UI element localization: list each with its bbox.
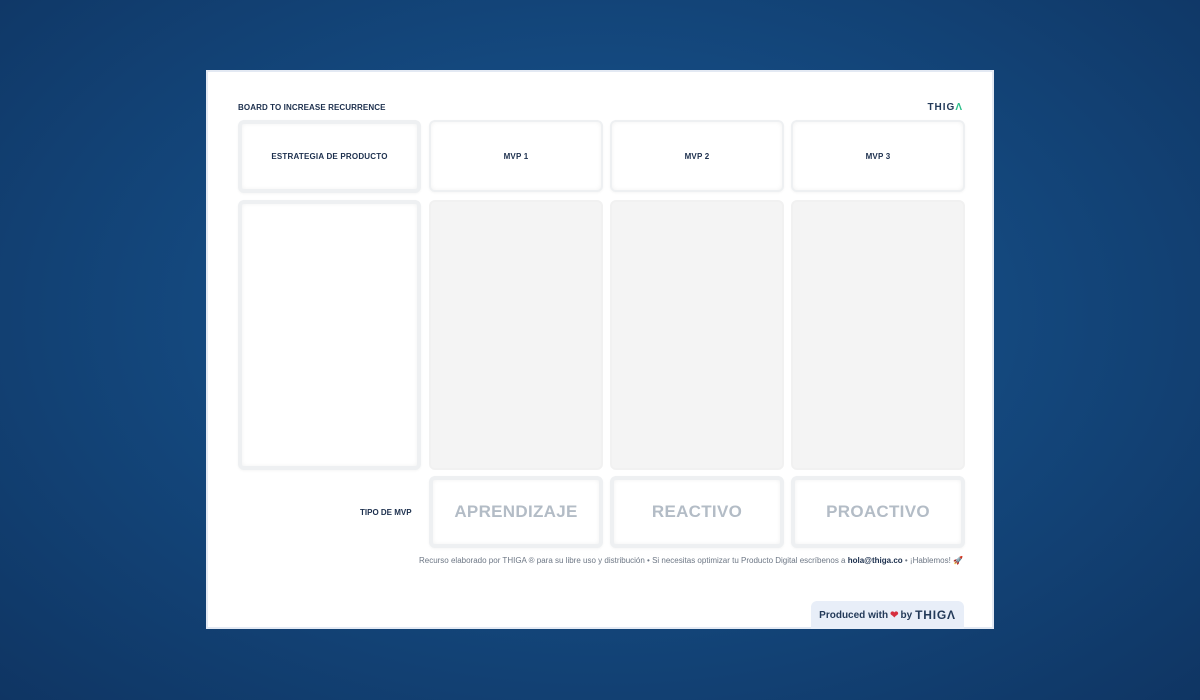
type-card-aprendizaje[interactable]: APRENDIZAJE	[429, 476, 603, 548]
mvp2-header-label: MVP 2	[684, 151, 710, 161]
footer-note: Recurso elaborado por THIGA ® para su li…	[419, 556, 963, 565]
badge-by: by	[900, 609, 913, 621]
mvp1-header-label: MVP 1	[503, 151, 529, 161]
type-label-proactivo: PROACTIVO	[826, 502, 930, 521]
thiga-logo[interactable]: THIGΛ	[927, 102, 963, 113]
badge-thiga-logo: THIGΛ	[915, 608, 956, 622]
logo-text: THIG	[927, 102, 956, 113]
badge-prefix: Produced with	[819, 609, 889, 621]
badge-logo-accent: Λ	[947, 608, 956, 622]
footer-text-after: • ¡Hablemos! 🚀	[902, 556, 963, 565]
strategy-content-area[interactable]	[238, 200, 421, 470]
produced-with-badge[interactable]: Produced with ❤ by THIGΛ	[811, 601, 964, 629]
contact-email-link[interactable]: hola@thiga.co	[848, 556, 903, 565]
mvp2-content-area[interactable]	[610, 200, 784, 470]
board-title: BOARD TO INCREASE RECURRENCE	[238, 103, 386, 112]
heart-icon: ❤	[890, 609, 899, 621]
strategy-header-card[interactable]: ESTRATEGIA DE PRODUCTO	[238, 120, 421, 193]
mvp3-header-label: MVP 3	[865, 151, 891, 161]
badge-logo-text: THIG	[915, 608, 948, 622]
type-label-reactivo: REACTIVO	[651, 502, 743, 521]
mvp1-content-area[interactable]	[429, 200, 603, 470]
logo-accent: Λ	[955, 102, 963, 113]
mvp1-header-card[interactable]: MVP 1	[429, 120, 603, 192]
strategy-header-label: ESTRATEGIA DE PRODUCTO	[271, 152, 388, 161]
type-card-reactivo[interactable]: REACTIVO	[610, 476, 784, 548]
mvp2-header-card[interactable]: MVP 2	[610, 120, 784, 192]
type-label-aprendizaje: APRENDIZAJE	[454, 502, 578, 521]
mvp3-header-card[interactable]: MVP 3	[791, 120, 965, 192]
tipo-de-mvp-label: TIPO DE MVP	[360, 508, 412, 517]
footer-text-before: Recurso elaborado por THIGA ® para su li…	[418, 556, 848, 565]
mvp3-content-area[interactable]	[791, 200, 965, 470]
board-canvas: BOARD TO INCREASE RECURRENCE THIGΛ ESTRA…	[206, 70, 994, 629]
type-card-proactivo[interactable]: PROACTIVO	[791, 476, 965, 548]
